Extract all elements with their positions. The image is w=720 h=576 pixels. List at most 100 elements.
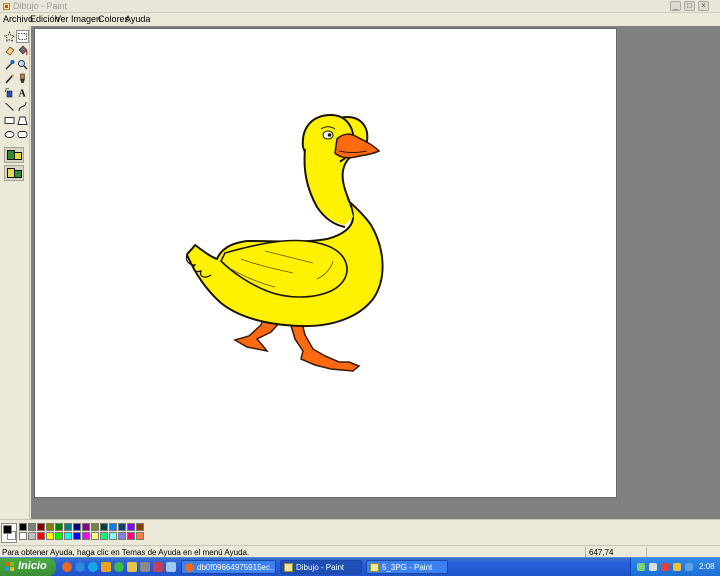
ellipse-icon[interactable]: [3, 128, 16, 141]
palette-swatch[interactable]: [28, 523, 36, 531]
palette-swatch[interactable]: [37, 532, 45, 540]
menu-ver[interactable]: Ver: [55, 14, 69, 24]
magnifier-icon[interactable]: [16, 58, 29, 71]
quick-launch: [60, 560, 178, 574]
minimize-button[interactable]: _: [670, 1, 681, 11]
palette-swatch[interactable]: [28, 532, 36, 540]
palette-swatch[interactable]: [100, 532, 108, 540]
ie-icon[interactable]: [75, 562, 85, 572]
palette-swatch[interactable]: [118, 523, 126, 531]
status-bar: Para obtener Ayuda, haga clic en Temas d…: [0, 545, 720, 557]
firefox-icon[interactable]: [62, 562, 72, 572]
drawing-canvas[interactable]: [34, 28, 617, 498]
taskbar: Inicio db0f09664975915ec... Dibujo - Pai…: [0, 557, 720, 576]
curve-icon[interactable]: [16, 100, 29, 113]
star-select-icon[interactable]: [3, 30, 16, 43]
current-colors[interactable]: [1, 523, 17, 543]
clip-icon[interactable]: [153, 562, 163, 572]
msn-icon[interactable]: [114, 562, 124, 572]
skype-icon[interactable]: [88, 562, 98, 572]
start-label: Inicio: [18, 560, 47, 572]
network-icon[interactable]: [637, 563, 645, 571]
rectangle-icon[interactable]: [3, 114, 16, 127]
folder-icon[interactable]: [127, 562, 137, 572]
task-label: db0f09664975915ec...: [197, 563, 276, 572]
system-tray: 2:08: [630, 558, 720, 576]
palette-swatch[interactable]: [127, 532, 135, 540]
palette-swatch[interactable]: [55, 532, 63, 540]
maximize-button[interactable]: □: [684, 1, 695, 11]
pencil-icon[interactable]: [3, 72, 16, 85]
palette-swatch[interactable]: [64, 532, 72, 540]
palette-swatch[interactable]: [118, 532, 126, 540]
antivirus-icon[interactable]: [661, 563, 669, 571]
palette-swatch[interactable]: [82, 532, 90, 540]
rect-select-icon[interactable]: [16, 30, 29, 43]
paint-icon: [370, 563, 379, 572]
palette-swatch[interactable]: [37, 523, 45, 531]
transparent-selection-icon[interactable]: [4, 165, 24, 181]
start-button[interactable]: Inicio: [0, 558, 56, 576]
status-size-panel: [646, 547, 718, 557]
palette-swatch[interactable]: [19, 532, 27, 540]
task-dibujo-paint[interactable]: Dibujo - Paint: [280, 560, 362, 574]
cursor-coordinates: 647,74: [589, 548, 614, 557]
line-icon[interactable]: [3, 100, 16, 113]
status-coords-panel: 647,74: [585, 547, 645, 557]
palette-swatch[interactable]: [127, 523, 135, 531]
drawing-workspace[interactable]: [31, 26, 720, 519]
eraser-icon[interactable]: [3, 44, 16, 57]
media-icon[interactable]: [101, 562, 111, 572]
menu-bar: Archivo Edición Ver Imagen Colores Ayuda: [0, 13, 720, 25]
palette-swatch[interactable]: [19, 523, 27, 531]
palette-swatch[interactable]: [91, 532, 99, 540]
palette-swatch[interactable]: [46, 532, 54, 540]
brush-icon[interactable]: [16, 72, 29, 85]
title-bar: Dibujo - Paint _ □ ×: [0, 0, 720, 13]
tool-box: A: [0, 26, 30, 520]
airbrush-icon[interactable]: [3, 86, 16, 99]
paint-bucket-icon[interactable]: [16, 44, 29, 57]
eyedropper-icon[interactable]: [3, 58, 16, 71]
task-label: Dibujo - Paint: [296, 563, 345, 572]
palette-swatch[interactable]: [64, 523, 72, 531]
palette-swatch[interactable]: [136, 523, 144, 531]
shield-icon[interactable]: [685, 563, 693, 571]
paint-icon: [284, 563, 293, 572]
polygon-icon[interactable]: [16, 114, 29, 127]
color-box: [0, 519, 720, 545]
palette-swatch[interactable]: [82, 523, 90, 531]
foreground-color[interactable]: [3, 525, 12, 534]
desktop-icon[interactable]: [166, 562, 176, 572]
palette-swatch[interactable]: [136, 532, 144, 540]
update-icon[interactable]: [673, 563, 681, 571]
color-palette: [19, 523, 149, 543]
task-label: 5_3PG - Paint: [382, 563, 433, 572]
duck-drawing: [185, 113, 384, 372]
svg-text:A: A: [19, 89, 27, 99]
palette-swatch[interactable]: [100, 523, 108, 531]
paint-app-icon[interactable]: [2, 2, 11, 11]
winamp-icon[interactable]: [140, 562, 150, 572]
menu-imagen[interactable]: Imagen: [71, 14, 101, 24]
window-title: Dibujo - Paint: [13, 1, 68, 11]
palette-swatch[interactable]: [109, 532, 117, 540]
opaque-selection-icon[interactable]: [4, 147, 24, 163]
menu-archivo[interactable]: Archivo: [3, 14, 33, 24]
task-5jpg-paint[interactable]: 5_3PG - Paint: [366, 560, 448, 574]
menu-ayuda[interactable]: Ayuda: [125, 14, 150, 24]
duck-beak: [334, 133, 381, 159]
palette-swatch[interactable]: [55, 523, 63, 531]
volume-icon[interactable]: [649, 563, 657, 571]
firefox-icon: [185, 563, 194, 572]
palette-swatch[interactable]: [91, 523, 99, 531]
text-icon[interactable]: A: [16, 86, 29, 99]
windows-logo-icon: [5, 562, 15, 572]
task-firefox[interactable]: db0f09664975915ec...: [181, 560, 276, 574]
rounded-rectangle-icon[interactable]: [16, 128, 29, 141]
close-button[interactable]: ×: [698, 1, 709, 11]
palette-swatch[interactable]: [73, 532, 81, 540]
palette-swatch[interactable]: [46, 523, 54, 531]
palette-swatch[interactable]: [109, 523, 117, 531]
palette-swatch[interactable]: [73, 523, 81, 531]
